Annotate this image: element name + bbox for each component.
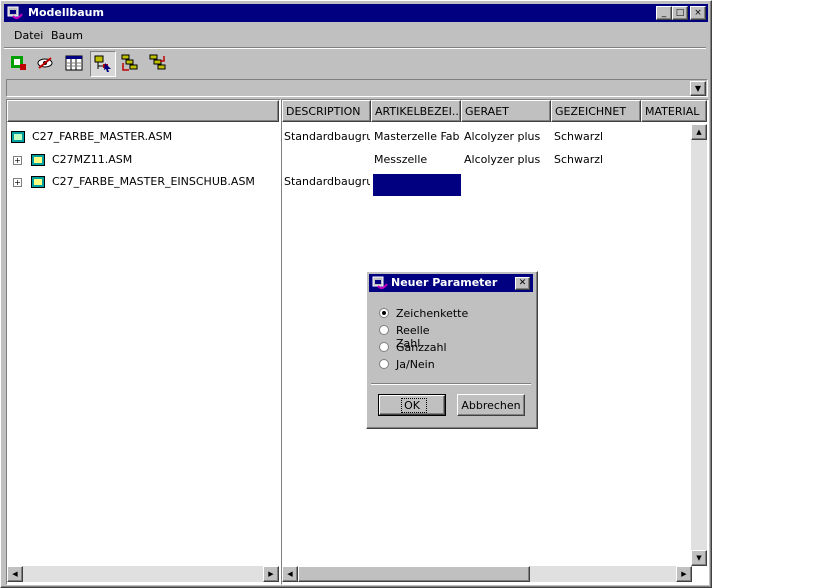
select-tree-icon [94, 55, 111, 72]
table-cell[interactable]: Masterzelle Fabe [374, 130, 460, 143]
abbrechen-button[interactable]: Abbrechen [457, 394, 525, 416]
tree-item-label: C27MZ11.ASM [52, 153, 133, 166]
radio-icon[interactable] [379, 342, 389, 352]
neuer-parameter-dialog: Neuer Parameter ✕ Zeichenkette Reelle Za… [366, 271, 538, 429]
tree-header [7, 100, 279, 122]
close-button[interactable]: × [690, 6, 706, 20]
expand-icon[interactable]: + [13, 178, 22, 187]
tree-item-label: C27_FARBE_MASTER_EINSCHUB.ASM [52, 175, 255, 188]
scrollbar-thumb[interactable] [298, 566, 530, 582]
scroll-up-icon[interactable]: ▲ [691, 124, 707, 140]
table-cell[interactable]: Standardbaugru... [284, 130, 370, 143]
tree-item-label: C27_FARBE_MASTER.ASM [32, 130, 173, 143]
chevron-down-icon[interactable]: ▼ [690, 81, 706, 96]
selected-table-cell[interactable] [373, 174, 461, 196]
tree-settings-icon [11, 56, 26, 70]
app-icon [7, 6, 23, 20]
expand-tree-icon [121, 54, 138, 71]
modellbaum-window: Modellbaum _ □ × Datei Baum ▼ C27_FARBE_… [0, 0, 712, 588]
filter-combobox[interactable]: ▼ [6, 79, 708, 97]
model-tree-pane[interactable]: C27_FARBE_MASTER.ASM + C27MZ11.ASM + C27… [6, 99, 281, 585]
hide-button[interactable] [33, 51, 57, 75]
columns-icon [65, 55, 83, 71]
hide-icon [37, 57, 53, 69]
radio-label: Ganzzahl [396, 341, 447, 354]
scroll-right-icon[interactable]: ▶ [263, 566, 279, 582]
table-cell[interactable]: Alcolyzer plus [464, 153, 550, 166]
toolbar-separator [4, 47, 706, 49]
ok-button-label: OK [404, 399, 420, 412]
table-vertical-scrollbar[interactable]: ▲ ▼ [691, 124, 707, 566]
tree-horizontal-scrollbar[interactable]: ◀ ▶ [7, 566, 279, 582]
table-cell[interactable]: Schwarzl [554, 153, 640, 166]
minimize-icon: _ [661, 8, 667, 18]
column-header-gezeichnet[interactable]: GEZEICHNET [551, 100, 641, 122]
radio-label: Zeichenkette [396, 307, 469, 320]
assembly-icon [31, 176, 45, 188]
scroll-left-icon[interactable]: ◀ [7, 566, 23, 582]
title-bar[interactable]: Modellbaum _ □ × [4, 4, 708, 22]
dialog-title-bar[interactable]: Neuer Parameter ✕ [369, 274, 533, 292]
collapse-tree-icon [149, 54, 166, 70]
collapse-tree-button[interactable] [146, 51, 170, 75]
select-tree-button[interactable] [90, 51, 116, 77]
assembly-icon [11, 131, 25, 143]
dialog-title: Neuer Parameter [391, 276, 498, 289]
radio-label: Ja/Nein [396, 358, 435, 371]
menu-baum[interactable]: Baum [51, 29, 83, 42]
radio-selected-icon[interactable] [379, 308, 389, 318]
maximize-icon: □ [675, 8, 685, 18]
close-icon: ✕ [518, 278, 527, 288]
assembly-icon [31, 154, 45, 166]
scroll-left-icon[interactable]: ◀ [282, 566, 298, 582]
ok-button[interactable]: OK [378, 394, 446, 416]
tree-settings-button[interactable] [6, 51, 30, 75]
expand-icon[interactable]: + [13, 156, 22, 165]
close-icon: × [694, 8, 702, 18]
minimize-button[interactable]: _ [656, 6, 672, 20]
app-icon [372, 276, 388, 290]
maximize-button[interactable]: □ [672, 6, 688, 20]
abbrechen-button-label: Abbrechen [461, 399, 521, 412]
table-cell[interactable]: Schwarzl [554, 130, 640, 143]
column-header-geraet[interactable]: GERAET [461, 100, 551, 122]
scroll-right-icon[interactable]: ▶ [676, 566, 692, 582]
table-cell[interactable]: Standardbaugru... [284, 175, 370, 188]
window-title: Modellbaum [28, 6, 104, 19]
scroll-down-icon[interactable]: ▼ [691, 550, 707, 566]
radio-icon[interactable] [379, 325, 389, 335]
table-horizontal-scrollbar[interactable]: ◀ ▶ [282, 566, 692, 582]
table-cell[interactable]: Alcolyzer plus [464, 130, 550, 143]
menu-datei[interactable]: Datei [14, 29, 43, 42]
columns-button[interactable] [62, 51, 86, 75]
expand-tree-button[interactable] [118, 51, 142, 75]
column-header-artikelbezeichnung[interactable]: ARTIKELBEZEI... [371, 100, 461, 122]
table-cell[interactable]: Messzelle [374, 153, 460, 166]
dialog-close-button[interactable]: ✕ [515, 277, 530, 290]
dialog-separator [371, 383, 531, 385]
column-header-description[interactable]: DESCRIPTION [282, 100, 371, 122]
column-header-material[interactable]: MATERIAL [641, 100, 707, 122]
radio-icon[interactable] [379, 359, 389, 369]
